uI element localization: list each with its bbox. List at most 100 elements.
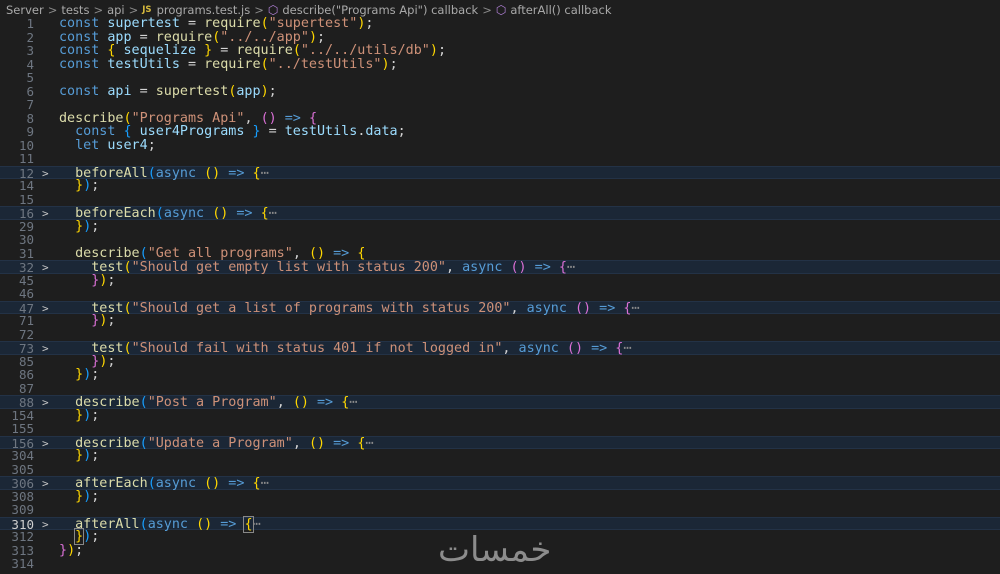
fold-chevron-icon[interactable]: > [42,167,52,181]
code-line[interactable]: 45 }); [0,272,1000,288]
code-token: ; [147,137,156,153]
line-number: 10 [18,137,34,153]
fold-chevron-icon[interactable]: > [42,518,52,532]
code-line[interactable]: 85 }); [0,353,1000,369]
code-line[interactable]: 155 [0,422,1000,436]
line-number: 8 [26,110,34,126]
code-text: const { sequelize } = require("../../uti… [59,44,446,58]
code-token: user4 [107,137,148,153]
code-token: supertest [155,83,229,99]
breadcrumb-api[interactable]: api [107,3,125,17]
code-line[interactable]: 71 }); [0,314,1000,328]
fold-chevron-icon[interactable]: > [42,342,52,356]
line-number: 72 [18,326,34,342]
code-text: }); [59,179,99,193]
fold-chevron-icon[interactable]: > [42,437,52,451]
code-line[interactable]: 3 const { sequelize } = require("../../ut… [0,44,1000,58]
code-line[interactable]: 5 [0,71,1000,85]
code-line[interactable]: 72 [0,326,1000,342]
code-line[interactable]: 1 const supertest = require("supertest"); [0,17,1000,31]
code-text: }); [59,314,115,328]
code-editor[interactable]: 1 const supertest = require("supertest");… [0,17,1000,571]
code-line[interactable]: 31 describe("Get all programs", () => { [0,245,1000,261]
code-line[interactable]: 310 > afterAll(async () => {⋯ [0,515,1000,533]
fold-chevron-icon[interactable]: > [42,396,52,410]
code-line[interactable]: 86 }); [0,368,1000,382]
code-line[interactable]: 10 let user4; [0,137,1000,153]
code-token: describe [75,245,140,261]
line-number: 309 [11,502,34,517]
code-line[interactable]: 304 }); [0,449,1000,463]
code-text: const supertest = require("supertest"); [59,17,373,31]
code-line[interactable]: 309 [0,503,1000,517]
code-line[interactable]: 7 [0,98,1000,112]
code-line[interactable]: 305 [0,462,1000,477]
code-line[interactable]: 308 }); [0,488,1000,504]
code-line[interactable]: 46 [0,287,1000,301]
breadcrumb-describe-callback[interactable]: describe("Programs Api") callback [282,3,478,17]
code-text: }); [59,408,99,423]
code-line[interactable]: 306 > afterEach(async () => {⋯ [0,476,1000,490]
code-token: ; [91,367,100,382]
code-token: ; [91,218,100,234]
breadcrumb-tests[interactable]: tests [61,3,89,17]
code-line[interactable]: 73 > test("Should fail with status 401 if… [0,341,1000,355]
code-text: }); [59,218,100,234]
breadcrumb-afterall-callback[interactable]: afterAll() callback [510,3,611,17]
code-text: }); [59,489,99,504]
code-line[interactable]: 88 > describe("Post a Program", () => {⋯ [0,395,1000,409]
code-token: ; [91,178,100,193]
code-token: ; [107,353,116,369]
breadcrumb-server[interactable]: Server [6,3,44,17]
code-line[interactable]: 14 }); [0,179,1000,193]
code-text: test("Should fail with status 401 if not… [59,342,631,356]
code-line[interactable]: 15 [0,192,1000,207]
line-number: 308 [11,488,34,504]
code-line[interactable]: 156 > describe("Update a Program", () => … [0,435,1000,451]
code-token: data [365,124,398,139]
code-token: ; [91,529,100,544]
code-token: ( [260,56,269,72]
code-line[interactable]: 11 [0,152,1000,166]
code-line[interactable]: 16 > beforeEach(async () => {⋯ [0,206,1000,220]
code-token: } [75,178,84,193]
line-number: 313 [11,542,34,558]
fold-chevron-icon[interactable]: > [42,207,52,221]
line-number: 86 [18,367,34,382]
line-number: 45 [18,272,34,288]
code-token: ; [389,56,398,72]
code-line[interactable]: 154 }); [0,407,1000,423]
code-line[interactable]: 6 const api = supertest(app); [0,83,1000,99]
code-token: => [325,245,358,261]
code-token: ) [260,83,269,99]
code-line[interactable]: 29 }); [0,218,1000,234]
code-token: const [59,83,108,99]
line-number: 154 [11,407,34,423]
code-line[interactable]: 87 [0,381,1000,396]
code-token: "Get all programs" [147,245,293,261]
code-line[interactable]: 9 const { user4Programs } = testUtils.da… [0,125,1000,139]
code-token: } [244,124,261,139]
code-token: ) [67,542,76,558]
code-token: ; [75,542,84,558]
code-line[interactable]: 47 > test("Should get a list of programs … [0,300,1000,316]
fold-chevron-icon[interactable]: > [42,302,52,316]
code-text: const { user4Programs } = testUtils.data… [59,125,406,139]
code-line[interactable]: 2 const app = require("../../app"); [0,30,1000,45]
code-token: ; [365,16,374,31]
code-text: describe("Update a Program", () => {⋯ [59,436,373,451]
breadcrumb-file[interactable]: programs.test.js [157,3,251,17]
code-line[interactable]: 32 > test("Should get empty list with sta… [0,260,1000,274]
code-text: }); [59,353,116,369]
fold-chevron-icon[interactable]: > [42,477,52,491]
line-number: 46 [18,286,34,301]
code-line[interactable]: 12 > beforeAll(async () => {⋯ [0,165,1000,181]
fold-chevron-icon[interactable]: > [42,261,52,275]
code-line[interactable]: 30 [0,233,1000,247]
code-line[interactable]: 4 const testUtils = require("../testUtils… [0,56,1000,72]
code-token: ; [107,313,116,328]
code-line[interactable]: 8 describe("Programs Api", () => { [0,110,1000,126]
